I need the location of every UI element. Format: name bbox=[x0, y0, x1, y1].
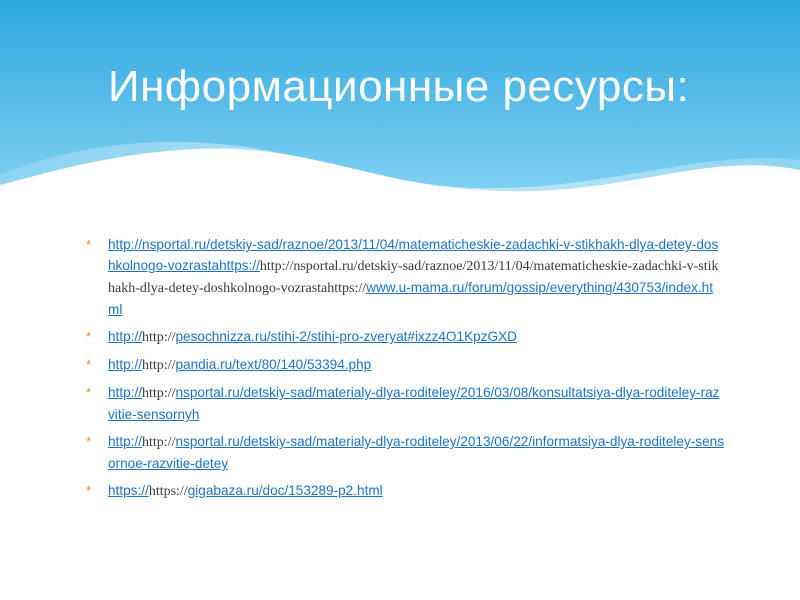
resource-link[interactable]: https:// bbox=[108, 483, 149, 498]
bullet-icon: * bbox=[86, 434, 92, 449]
resource-link[interactable]: gigabaza.ru/doc/153289-p2.html bbox=[188, 483, 383, 498]
bullet-icon: * bbox=[86, 237, 92, 252]
resource-item: * http://http://pandia.ru/text/80/140/533… bbox=[84, 354, 724, 376]
resource-plain-text: http:// bbox=[142, 330, 176, 345]
resource-item: * http://http://nsportal.ru/detskiy-sad/m… bbox=[84, 431, 724, 474]
resource-link[interactable]: http:// bbox=[108, 434, 142, 449]
resource-link[interactable]: http:// bbox=[108, 329, 142, 344]
resource-link[interactable]: pesochnizza.ru/stihi-2/stihi-pro-zveryat… bbox=[175, 329, 516, 344]
resource-item: * http://http://nsportal.ru/detskiy-sad/m… bbox=[84, 382, 724, 425]
resource-item: * http://http://pesochnizza.ru/stihi-2/st… bbox=[84, 326, 724, 348]
bullet-icon: * bbox=[86, 357, 92, 372]
resource-plain-text: http:// bbox=[142, 358, 176, 373]
resource-link[interactable]: nsportal.ru/detskiy-sad/materialy-dlya-r… bbox=[108, 434, 724, 471]
wave-background bbox=[0, 0, 800, 230]
bullet-icon: * bbox=[86, 385, 92, 400]
resource-plain-text: http:// bbox=[142, 435, 176, 450]
resource-link[interactable]: pandia.ru/text/80/140/53394.php bbox=[175, 357, 371, 372]
resource-plain-text: http:// bbox=[142, 386, 176, 401]
resource-item: * http://nsportal.ru/detskiy-sad/raznoe/2… bbox=[84, 234, 724, 320]
resource-link[interactable]: http:// bbox=[108, 357, 142, 372]
bullet-icon: * bbox=[86, 483, 92, 498]
resource-link[interactable]: http:// bbox=[108, 385, 142, 400]
resource-link[interactable]: nsportal.ru/detskiy-sad/materialy-dlya-r… bbox=[108, 385, 719, 422]
slide-title: Информационные ресурсы: bbox=[108, 62, 690, 111]
resource-list: * http://nsportal.ru/detskiy-sad/raznoe/2… bbox=[84, 234, 724, 508]
bullet-icon: * bbox=[86, 329, 92, 344]
header-banner: Информационные ресурсы: bbox=[0, 0, 800, 230]
resource-plain-text: https:// bbox=[148, 484, 188, 499]
resource-item: * https://https://gigabaza.ru/doc/153289-… bbox=[84, 480, 724, 502]
